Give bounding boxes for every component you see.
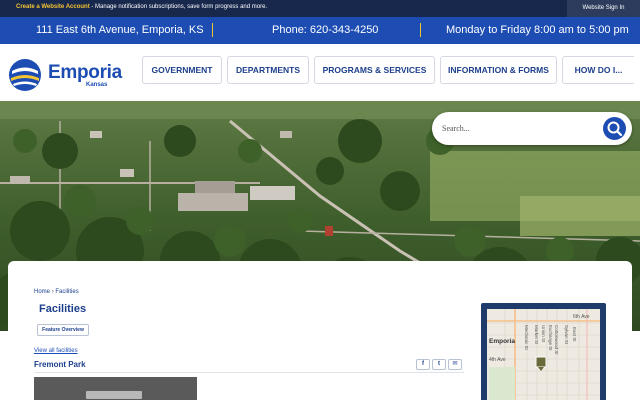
site-search <box>432 112 632 145</box>
account-notice-text: - Manage notification subscriptions, sav… <box>89 4 268 10</box>
divider <box>420 23 421 37</box>
twitter-icon: t <box>438 361 440 367</box>
nav-programs-services[interactable]: PROGRAMS & SERVICES <box>314 56 435 84</box>
search-input[interactable] <box>442 120 592 137</box>
breadcrumb-separator: › <box>51 289 54 295</box>
contact-info-bar: 111 East 6th Avenue, Emporia, KS Phone: … <box>0 17 640 44</box>
page-title: Facilities <box>39 303 87 315</box>
view-all-facilities-link[interactable]: View all facilities <box>34 348 78 354</box>
notification-bar: Create a Website Account - Manage notifi… <box>0 0 640 17</box>
nav-how-do-i[interactable]: HOW DO I... <box>562 56 634 84</box>
nav-government[interactable]: GOVERNMENT <box>142 56 222 84</box>
map-label-emporia: Emporia <box>489 338 515 345</box>
hours-text: Monday to Friday 8:00 am to 5:00 pm <box>446 24 629 36</box>
email-share-button[interactable]: ✉ <box>448 359 462 370</box>
map-label-exchange-st: Exchange St <box>548 325 553 351</box>
create-account-link[interactable]: Create a Website Account <box>16 4 90 10</box>
logo-state: Kansas <box>86 82 108 88</box>
breadcrumb-current[interactable]: Facilities <box>55 289 78 295</box>
logo-wordmark: Emporia <box>48 62 122 83</box>
facility-name: Fremont Park <box>34 360 86 369</box>
breadcrumb: Home › Facilities <box>34 289 79 295</box>
account-notice: Create a Website Account - Manage notifi… <box>16 4 267 10</box>
map-label-mechanic-st: Mechanic St <box>524 325 529 351</box>
map-label-6th-ave: 6th Ave <box>573 314 590 320</box>
emporia-logo[interactable]: Emporia Kansas <box>8 58 138 92</box>
twitter-share-button[interactable]: t <box>432 359 446 370</box>
facility-map[interactable]: 6th Ave 4th Ave Emporia Mechanic St Mark… <box>481 303 606 400</box>
search-icon <box>607 121 623 137</box>
facility-photo <box>34 377 197 400</box>
sign-in-button[interactable]: Website Sign In <box>567 0 640 17</box>
map-label-4th-ave: 4th Ave <box>489 357 506 363</box>
map-label-cottonwood-st: Cottonwood St <box>554 325 559 355</box>
facebook-icon: f <box>422 361 424 367</box>
street-map: 6th Ave 4th Ave Emporia Mechanic St Mark… <box>487 309 600 400</box>
map-label-market-st: Market St <box>534 325 539 345</box>
map-label-sylvan-st: Sylvan St <box>564 325 569 345</box>
phone-text[interactable]: Phone: 620-343-4250 <box>272 24 378 36</box>
divider <box>34 372 464 373</box>
facebook-share-button[interactable]: f <box>416 359 430 370</box>
divider <box>212 23 213 37</box>
feature-overview-tab[interactable]: Feature Overview <box>37 324 89 336</box>
address-text: 111 East 6th Avenue, Emporia, KS <box>36 24 204 36</box>
logo-emblem-icon <box>9 59 41 91</box>
nav-information-forms[interactable]: INFORMATION & FORMS <box>440 56 557 84</box>
breadcrumb-home[interactable]: Home <box>34 289 50 295</box>
photo-highlight <box>86 391 142 399</box>
map-label-union-st: Union St <box>541 325 546 343</box>
site-header: Emporia Kansas GOVERNMENT DEPARTMENTS PR… <box>0 44 640 101</box>
map-label-east-st: East St <box>572 327 577 342</box>
search-button[interactable] <box>603 117 626 140</box>
email-icon: ✉ <box>452 361 458 367</box>
nav-departments[interactable]: DEPARTMENTS <box>227 56 309 84</box>
